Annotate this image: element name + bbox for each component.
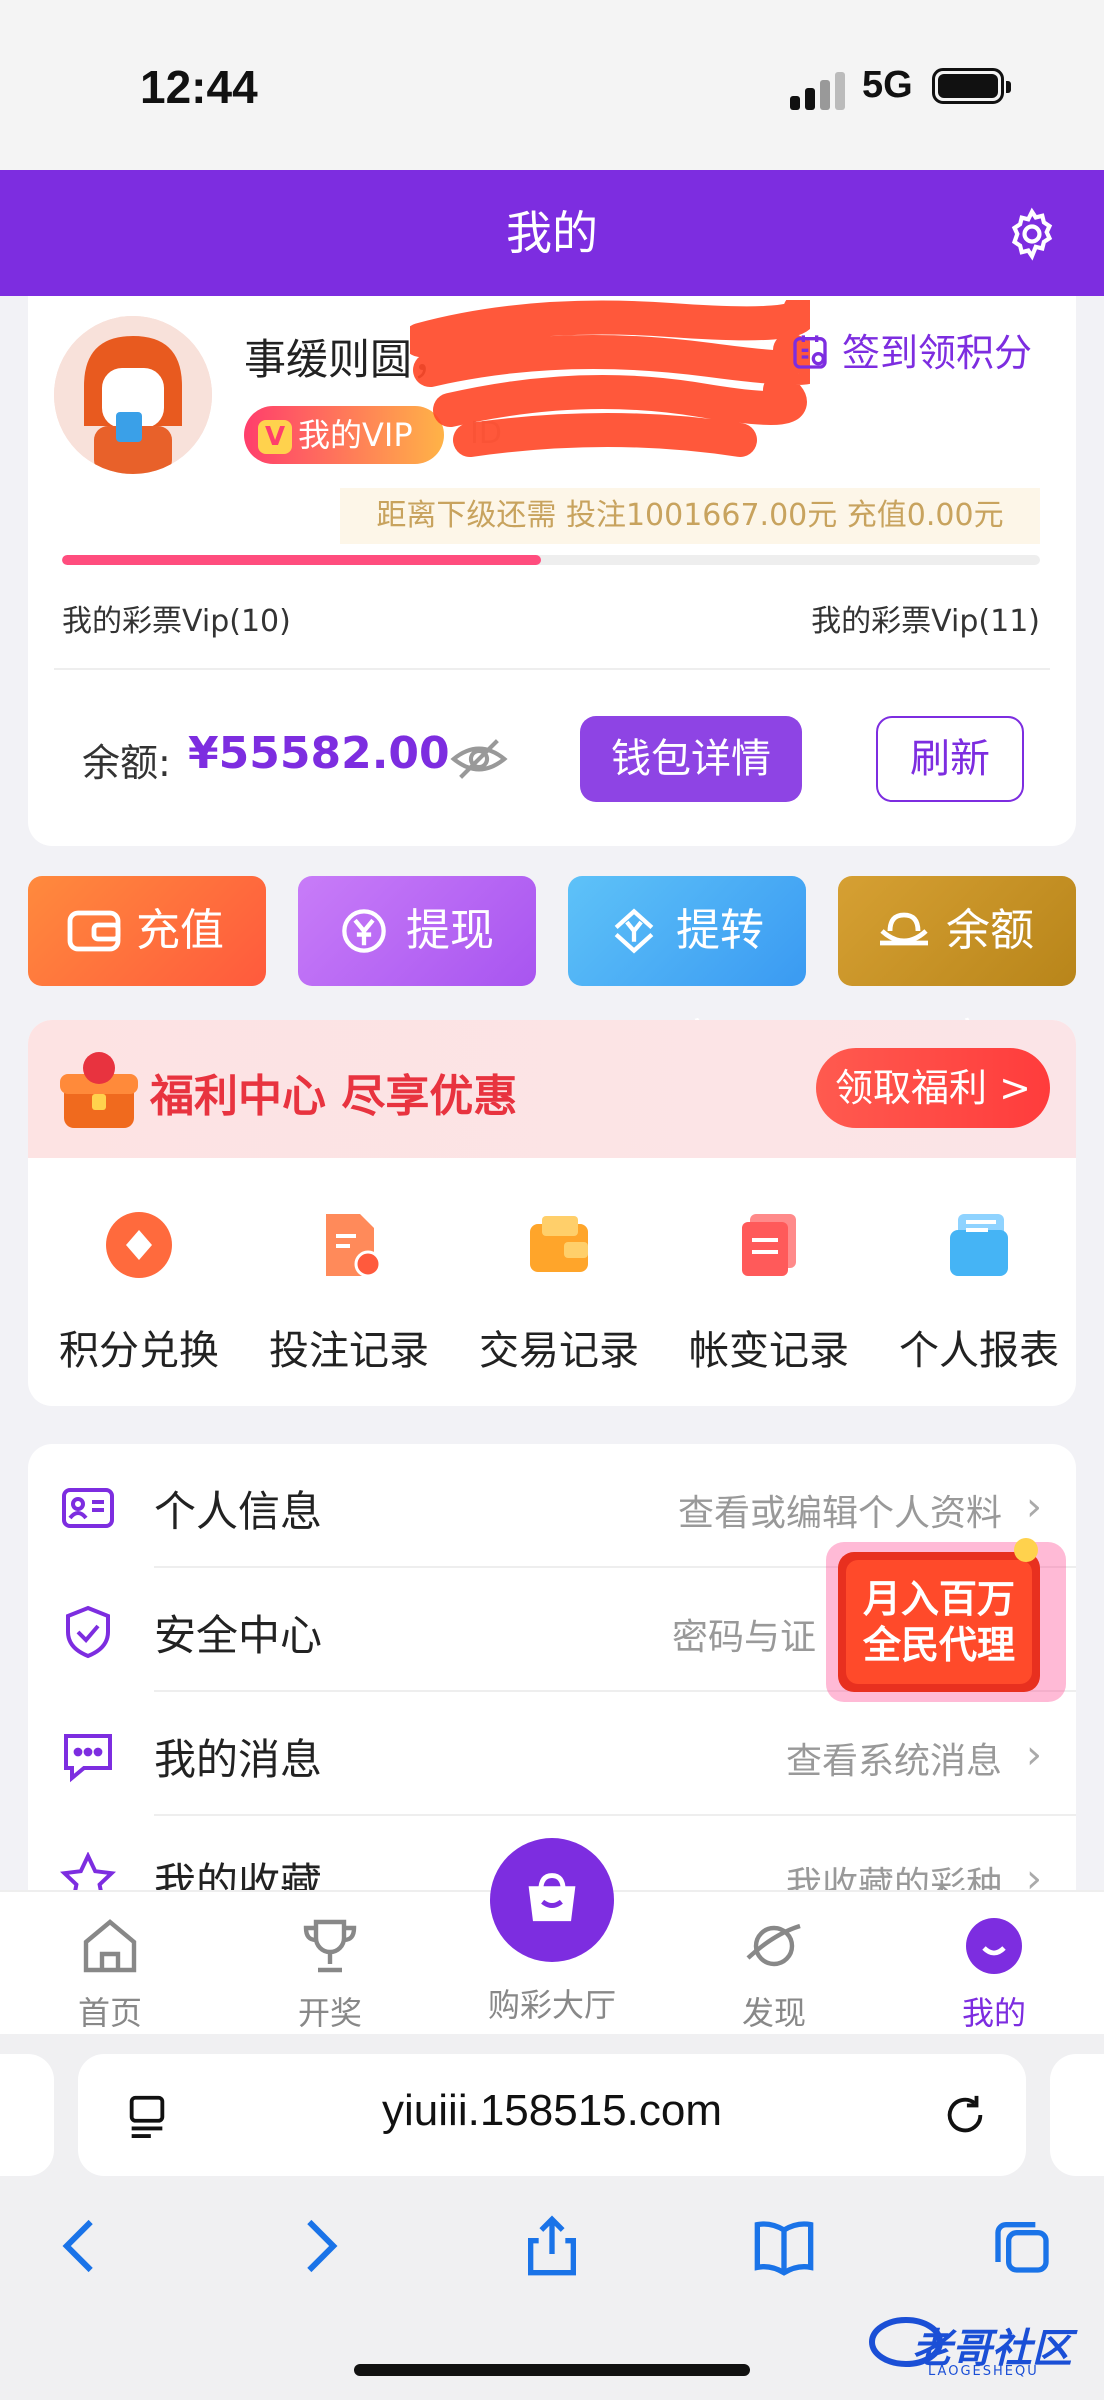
tab-mine[interactable]: 我的 [914, 1914, 1074, 2034]
back-icon[interactable] [48, 2214, 112, 2278]
eye-off-icon[interactable] [450, 736, 508, 782]
menu-hint: 我收藏的彩种 [785, 1865, 1002, 1894]
share-icon[interactable] [520, 2214, 584, 2278]
treasure-chest-icon [60, 1052, 138, 1128]
watermark-subtext: LAOGESHEQU [928, 2364, 1039, 2379]
divider [54, 668, 1050, 670]
avatar[interactable] [54, 316, 212, 474]
chevron-right-icon: › [1026, 1732, 1042, 1778]
chevron-right-icon: › [1026, 1856, 1042, 1894]
balance-value: ¥55582.00 [188, 728, 450, 779]
feature-label: 帐变记录 [689, 1328, 849, 1374]
gear-icon[interactable] [1004, 206, 1060, 262]
feature-bet-record[interactable]: 投注记录 [244, 1210, 454, 1376]
vip-badge-label: 我的VIP [298, 416, 413, 454]
vip-v-icon: V [258, 420, 292, 454]
report-icon [950, 1214, 1008, 1276]
feature-points-exchange[interactable]: 积分兑换 [34, 1210, 244, 1376]
vip-next-level: 我的彩票Vip(11) [811, 604, 1040, 639]
menu-hint: 查看或编辑个人资料 [677, 1493, 1002, 1534]
planet-icon [746, 1923, 801, 1967]
wallet-icon [67, 910, 121, 952]
menu-hint: 查看系统消息 [785, 1741, 1002, 1782]
page-title: 我的 [506, 206, 598, 260]
id-card-icon [62, 1488, 114, 1528]
feature-label: 个人报表 [899, 1328, 1059, 1374]
signin-button[interactable]: 签到领积分 [790, 322, 1032, 377]
network-label: 5G [862, 64, 913, 106]
recharge-label: 充值 [136, 905, 224, 956]
upgrade-note: 距离下级还需 投注1001667.00元 充值0.00元 [340, 488, 1040, 544]
vip-progress-fill [62, 555, 542, 565]
vip-current-level: 我的彩票Vip(10) [62, 604, 291, 639]
menu-label: 我的消息 [154, 1735, 323, 1784]
menu-label: 个人信息 [154, 1487, 323, 1536]
feature-transaction-record[interactable]: 交易记录 [454, 1210, 664, 1376]
wallet-details-button[interactable]: 钱包详情 [580, 716, 802, 802]
menu-label: 我的收藏 [154, 1859, 323, 1894]
feature-personal-report[interactable]: 个人报表 [874, 1210, 1076, 1376]
menu-hint: 密码与证 [671, 1617, 816, 1658]
transaction-icon [530, 1216, 588, 1272]
vip-progress-bar [62, 555, 1040, 565]
tab-lottery-results[interactable]: 开奖 [250, 1914, 410, 2034]
balance-treasure-button[interactable]: 余额宝 [838, 876, 1076, 1066]
battery-icon [932, 68, 1011, 104]
star-icon [60, 1852, 116, 1894]
ledger-icon [742, 1214, 796, 1276]
status-time: 12:44 [140, 61, 258, 113]
tab-label: 购彩大厅 [487, 1986, 616, 2024]
trophy-icon [303, 1919, 357, 1973]
signin-label: 签到领积分 [842, 331, 1033, 375]
points-icon [106, 1212, 172, 1278]
menu-label: 安全中心 [154, 1611, 323, 1660]
tab-label: 开奖 [297, 1994, 362, 2032]
tab-label: 发现 [741, 1994, 806, 2032]
page-header: 我的 [0, 170, 1104, 296]
feature-label: 积分兑换 [59, 1328, 219, 1374]
promo-line1: 月入百万 [863, 1577, 1015, 1621]
chevron-right-icon: › [1026, 1484, 1042, 1530]
lottery-hall-button[interactable] [490, 1838, 614, 1962]
bet-record-icon [326, 1214, 382, 1278]
home-icon [83, 1919, 137, 1973]
refresh-button[interactable]: 刷新 [876, 716, 1024, 802]
bookmarks-icon[interactable] [752, 2214, 816, 2278]
forward-icon[interactable] [288, 2214, 352, 2278]
tabs-icon[interactable] [990, 2214, 1054, 2278]
basket-icon [528, 1873, 576, 1922]
transfer-icon [614, 908, 654, 954]
tab-discover[interactable]: 发现 [694, 1914, 854, 2034]
promo-line2: 全民代理 [862, 1623, 1015, 1667]
claim-welfare-button[interactable]: 领取福利 > [816, 1048, 1050, 1128]
url-text: yiuiii.158515.com [382, 2086, 722, 2135]
feature-label: 交易记录 [479, 1328, 639, 1374]
yen-circle-icon [342, 909, 386, 953]
ingot-icon [880, 912, 928, 946]
calendar-icon [793, 335, 827, 369]
welfare-title: 福利中心 尽享优惠 [150, 1071, 518, 1122]
recharge-button[interactable]: 充值 [28, 876, 266, 986]
withdraw-label: 提现 [406, 905, 494, 956]
balance-label: 余额: [82, 741, 171, 785]
menu-item-my-messages[interactable]: 我的消息 查看系统消息 › [28, 1692, 1076, 1816]
redaction-scribble [410, 300, 810, 457]
signal-icon [790, 72, 846, 110]
welfare-card: 福利中心 尽享优惠 领取福利 > 积分兑换 投注记录 交易记录 帐变记录 个人报… [28, 1020, 1076, 1406]
tab-home[interactable]: 首页 [30, 1914, 190, 2034]
tab-label: 首页 [77, 1994, 142, 2032]
feature-ledger-record[interactable]: 帐变记录 [664, 1210, 874, 1376]
status-bar: 12:44 5G [0, 0, 1104, 170]
profile-icon [966, 1918, 1022, 1974]
feature-label: 投注记录 [269, 1328, 429, 1374]
tab-label: 我的 [961, 1994, 1026, 2032]
welfare-banner: 福利中心 尽享优惠 领取福利 > [28, 1020, 1076, 1158]
message-icon [64, 1734, 112, 1783]
withdraw-button[interactable]: 提现 [298, 876, 536, 986]
shield-icon [66, 1605, 110, 1659]
transfer-button[interactable]: 提转充 [568, 876, 806, 1066]
home-indicator [354, 2364, 750, 2376]
agent-promo-badge[interactable]: 月入百万 全民代理 [826, 1536, 1066, 1706]
